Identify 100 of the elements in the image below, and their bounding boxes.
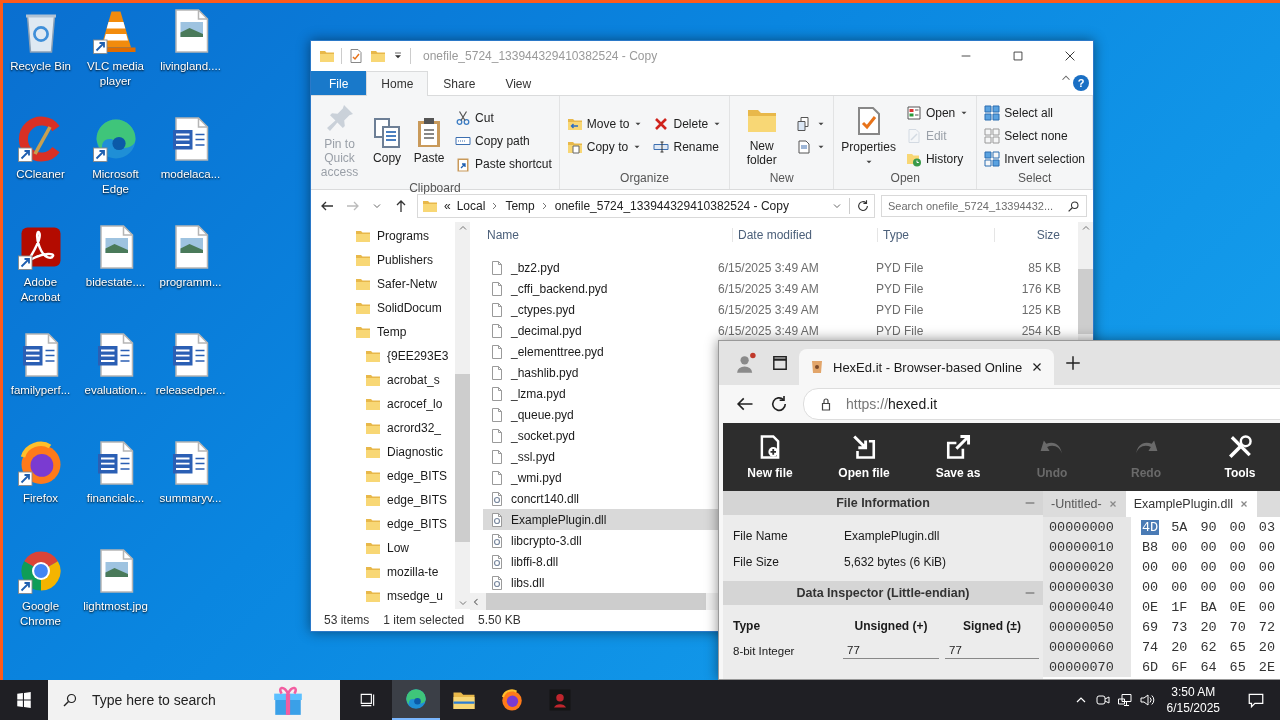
help-button[interactable]: ?	[1073, 75, 1089, 91]
scrollbar-thumb[interactable]	[1078, 269, 1093, 334]
breadcrumb-overflow[interactable]: «	[444, 199, 451, 213]
nav-item-label[interactable]: edge_BITS	[387, 469, 448, 483]
desktop-icon-label[interactable]: Google Chrome	[3, 599, 78, 629]
file-row[interactable]: _ctypes.pyd 6/15/2025 3:49 AM PYD File 125 KB	[483, 299, 1061, 320]
ribbon-button[interactable]: Copy	[368, 114, 407, 167]
hex-byte[interactable]: 00	[1170, 579, 1189, 595]
ribbon-button[interactable]: Paste shortcut	[452, 152, 555, 175]
ribbon-button[interactable]: Copy to	[563, 136, 647, 158]
breadcrumb[interactable]: onefile_5724_133944329410382524 - Copy	[554, 199, 789, 213]
ribbon-button[interactable]: Rename	[650, 136, 726, 158]
desktop-icon-label[interactable]: Microsoft Edge	[78, 167, 153, 197]
url-field[interactable]: https://hexed.it	[803, 388, 1280, 420]
toolbar-button[interactable]: Tools	[1193, 423, 1280, 491]
hex-byte[interactable]: 03	[1257, 519, 1276, 535]
desktop-icon-label[interactable]: CCleaner	[16, 167, 65, 182]
hex-byte[interactable]: 00	[1199, 539, 1218, 555]
toolbar-button[interactable]: New file	[723, 423, 817, 491]
scrollbar[interactable]	[455, 222, 470, 609]
nav-item-label[interactable]: msedge_u	[387, 589, 444, 603]
file-row[interactable]: _cffi_backend.pyd 6/15/2025 3:49 AM PYD File 176 KB	[483, 278, 1061, 299]
hex-byte[interactable]: 4D	[1141, 519, 1160, 535]
nav-item-label[interactable]: acrocef_lo	[387, 397, 443, 411]
ribbon-button[interactable]: Invert selection	[981, 147, 1088, 170]
hex-byte[interactable]: B8	[1141, 539, 1160, 555]
value-field[interactable]: 77	[945, 642, 1039, 659]
desktop-icon-label[interactable]: summaryv...	[159, 491, 222, 506]
hex-byte[interactable]: 20	[1199, 619, 1218, 635]
hex-byte[interactable]: BA	[1199, 599, 1218, 615]
file-row[interactable]: libcrypto-3.dll	[483, 530, 718, 551]
hex-byte[interactable]: 69	[1141, 619, 1160, 635]
file-row[interactable]: concrt140.dll	[483, 488, 718, 509]
nav-item-label[interactable]: Diagnostic	[387, 445, 444, 459]
desktop-icon-label[interactable]: Firefox	[22, 491, 59, 506]
hex-byte[interactable]: 65	[1228, 639, 1247, 655]
file-row[interactable]: ExamplePlugin.dll	[483, 509, 718, 530]
ribbon-button[interactable]: Open	[902, 101, 973, 124]
new-tab-icon[interactable]	[1064, 354, 1083, 372]
network-icon[interactable]	[1116, 692, 1133, 708]
hex-byte[interactable]: 00	[1141, 579, 1160, 595]
file-row[interactable]: libs.dll	[483, 572, 718, 593]
hex-byte[interactable]: 00	[1228, 559, 1247, 575]
page-check-icon[interactable]	[348, 48, 364, 64]
hex-byte[interactable]: 00	[1257, 539, 1276, 555]
nav-item-label[interactable]: edge_BITS	[387, 493, 448, 507]
desktop-icon-label[interactable]: VLC media player	[78, 59, 153, 89]
ribbon-button[interactable]: Move to	[563, 113, 647, 135]
ribbon-button[interactable]: Select all	[981, 101, 1088, 124]
refresh-icon[interactable]	[856, 199, 870, 213]
ribbon-button[interactable]: History	[902, 147, 973, 170]
hex-byte[interactable]: 6D	[1141, 659, 1160, 675]
file-row[interactable]: _socket.pyd	[483, 425, 718, 446]
column-header[interactable]: Name	[470, 228, 732, 242]
toolbar-button[interactable]: Open file	[817, 423, 911, 491]
hex-byte[interactable]: 5A	[1170, 519, 1189, 535]
profile-icon[interactable]	[735, 352, 757, 374]
nav-item-label[interactable]: Low	[387, 541, 409, 555]
hex-byte[interactable]: 00	[1199, 559, 1218, 575]
desktop-icon-label[interactable]: livingland....	[160, 59, 221, 74]
hex-byte[interactable]: 64	[1199, 659, 1218, 675]
hex-byte[interactable]: 70	[1228, 619, 1247, 635]
desktop-icon-label[interactable]: modelaca...	[160, 167, 221, 182]
ribbon-tab[interactable]: Share	[428, 71, 491, 95]
hex-byte[interactable]: 00	[1257, 599, 1276, 615]
desktop-icon-label[interactable]: lightmost.jpg	[83, 599, 148, 614]
hex-byte[interactable]: 74	[1141, 639, 1160, 655]
hex-byte[interactable]: 00	[1141, 559, 1160, 575]
hex-byte[interactable]: 20	[1257, 639, 1276, 655]
hex-byte[interactable]: 72	[1257, 619, 1276, 635]
hex-byte[interactable]: 2E	[1257, 659, 1276, 675]
refresh-icon[interactable]	[769, 394, 789, 414]
taskbar-search-box[interactable]: Type here to search	[48, 680, 340, 720]
hex-byte[interactable]: 0E	[1228, 599, 1247, 615]
hex-byte[interactable]: 6F	[1170, 659, 1189, 675]
desktop-icon-label[interactable]: familyperf...	[10, 383, 71, 398]
file-row[interactable]: _hashlib.pyd	[483, 362, 718, 383]
ribbon-button[interactable]: New folder	[734, 102, 790, 169]
tab-actions-icon[interactable]	[771, 354, 789, 372]
nav-item-label[interactable]: SolidDocum	[377, 301, 442, 315]
breadcrumb[interactable]: Local	[456, 199, 486, 213]
ribbon-tab[interactable]: Home	[366, 71, 429, 96]
file-row[interactable]: _wmi.pyd	[483, 467, 718, 488]
desktop-icon-label[interactable]: programm...	[159, 275, 222, 290]
ribbon-button[interactable]: Cut	[452, 106, 555, 129]
column-header[interactable]: Type	[877, 228, 994, 242]
browser-tab[interactable]: HexEd.it - Browser-based Online	[799, 349, 1055, 385]
hex-byte[interactable]: 62	[1199, 639, 1218, 655]
file-row[interactable]: _lzma.pyd	[483, 383, 718, 404]
hex-byte[interactable]: 00	[1257, 579, 1276, 595]
file-row[interactable]: _ssl.pyd	[483, 446, 718, 467]
toolbar-button[interactable]: Save as	[911, 423, 1005, 491]
breadcrumb[interactable]: Temp	[505, 199, 535, 213]
file-row[interactable]: libffi-8.dll	[483, 551, 718, 572]
document-tab[interactable]: -Untitled-	[1043, 491, 1126, 517]
hex-byte[interactable]: 90	[1199, 519, 1218, 535]
nav-item-label[interactable]: Programs	[377, 229, 429, 243]
nav-item-label[interactable]: edge_BITS	[387, 517, 448, 531]
desktop-icon-label[interactable]: financialc...	[86, 491, 145, 506]
desktop-icon-label[interactable]: evaluation...	[84, 383, 147, 398]
